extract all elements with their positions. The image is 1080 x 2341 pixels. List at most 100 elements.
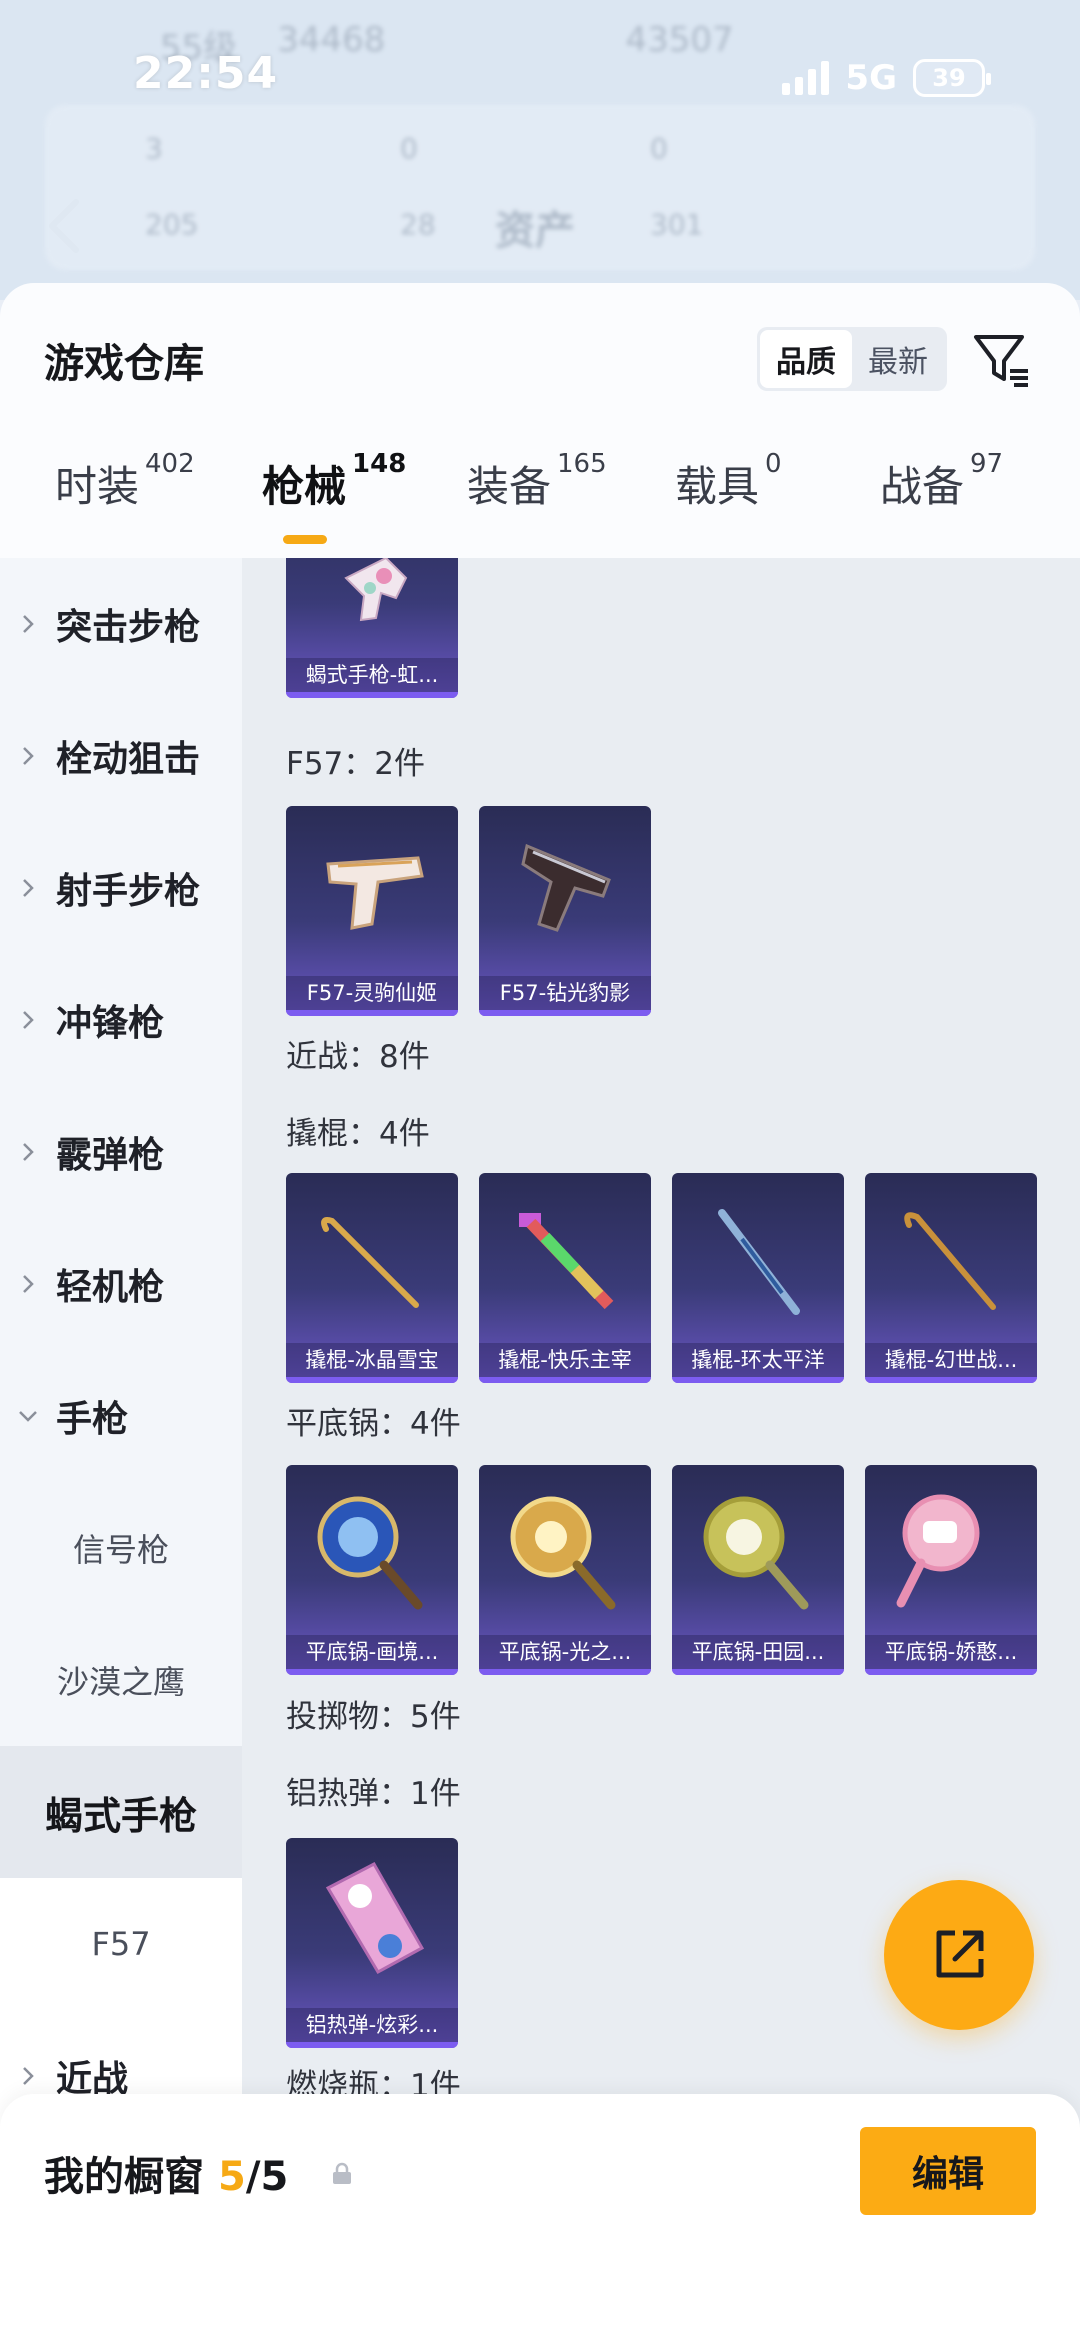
sidebar-item-assault-rifle[interactable]: 突击步枪 [0,558,242,690]
showcase-total: /5 [245,2154,289,2200]
sidebar-item-lmg[interactable]: 轻机枪 [0,1218,242,1350]
pan-art [317,1496,423,1610]
sidebar-item-bolt-sniper[interactable]: 栓动狙击 [0,690,242,822]
back-chevron-icon[interactable] [44,196,84,271]
item-caption: 撬棍-幻世战... [865,1343,1037,1377]
filter-icon[interactable] [970,327,1034,391]
tab-count: 402 [145,449,195,479]
sort-quality-button[interactable]: 品质 [760,330,852,388]
pistol-art [326,856,424,930]
item-card[interactable]: 撬棍-幻世战... [865,1173,1037,1383]
pan-art [510,1496,616,1610]
bg-stat: 0 [400,132,418,165]
bg-stat: 3 [145,132,163,165]
group-label-crowbar: 撬棍：4件 [286,1116,430,1152]
bg-stat: 301 [650,208,704,241]
item-caption: 铝热弹-炫彩... [286,2008,458,2042]
showcase-label: 我的橱窗 [44,2154,204,2200]
sort-newest-button[interactable]: 最新 [852,330,944,388]
group-label-f57: F57：2件 [286,746,426,782]
item-card[interactable]: F57-钻光豹影 [479,806,651,1016]
chevron-right-icon [0,1009,56,1031]
background-page: 55级 34468 43507 3 0 0 205 28 301 资产 [0,0,1080,300]
game-warehouse-sheet: 游戏仓库 品质 最新 时装 402 枪械 148 装备 165 载具 0 战备 97 [0,283,1080,2341]
showcase-bar: 我的橱窗 5/5 编辑 [0,2094,1080,2341]
sidebar-sub-f57[interactable]: F57 [0,1878,242,2010]
item-caption: 平底锅-光之... [479,1635,651,1669]
sidebar-sub-flare-gun[interactable]: 信号枪 [0,1482,242,1614]
sidebar-sub-scorpion-pistol[interactable]: 蝎式手枪 [0,1746,242,1878]
battery-icon: 39 [913,59,991,97]
thermite-grenade-art [325,1862,425,1975]
weapon-category-sidebar: 突击步枪 栓动狙击 射手步枪 冲锋枪 霰弹枪 轻机枪 手枪 信号枪 沙漠之鹰 蝎… [0,558,242,2341]
sidebar-item-label: 射手步枪 [56,871,201,912]
chevron-right-icon [0,613,56,635]
sidebar-item-smg[interactable]: 冲锋枪 [0,954,242,1086]
item-card[interactable]: 平底锅-田园... [672,1465,844,1675]
tab-label: 装备 [467,462,552,511]
sheet-title: 游戏仓库 [44,341,204,387]
sidebar-item-pistol[interactable]: 手枪 [0,1350,242,1482]
chevron-right-icon [0,1141,56,1163]
tab-firearms[interactable]: 枪械 148 [262,449,406,514]
lock-icon [333,2162,351,2184]
bg-stat: 28 [400,208,436,241]
item-caption: 平底锅-娇憨... [865,1635,1037,1669]
item-card[interactable]: 平底锅-娇憨... [865,1465,1037,1675]
showcase-title: 我的橱窗 5/5 [44,2144,288,2202]
group-label-throwables: 投掷物：5件 [286,1699,461,1735]
sort-toggle: 品质 最新 [757,327,947,391]
item-card[interactable]: 铝热弹-炫彩... [286,1838,458,2048]
tab-count: 97 [970,449,1004,479]
group-label-pan: 平底锅：4件 [286,1406,461,1442]
showcase-current: 5 [218,2154,246,2200]
pistol-art [521,843,611,932]
item-card[interactable]: 平底锅-画境... [286,1465,458,1675]
item-caption: 平底锅-田园... [672,1635,844,1669]
active-tab-indicator [283,535,327,544]
item-card[interactable]: 撬棍-冰晶雪宝 [286,1173,458,1383]
tab-label: 枪械 [262,462,347,511]
crowbar-art [519,1213,614,1310]
scorpion-pistol-art [344,558,408,622]
item-card[interactable]: 平底锅-光之... [479,1465,651,1675]
chevron-right-icon [0,877,56,899]
bg-stat: 205 [145,208,199,241]
tab-count: 0 [765,449,782,479]
sidebar-sub-desert-eagle[interactable]: 沙漠之鹰 [0,1614,242,1746]
sidebar-item-label: 手枪 [56,1399,129,1440]
chevron-right-icon [0,745,56,767]
group-label-melee: 近战：8件 [286,1039,430,1075]
item-caption: F57-钻光豹影 [479,976,651,1010]
chevron-right-icon [0,1273,56,1295]
item-grid-content: 蝎式手枪-虹... F57：2件 F57-灵驹仙姬 F57-钻光豹影 近战：8件… [242,558,1080,2341]
tab-equipment[interactable]: 装备 165 [467,449,607,514]
item-card[interactable]: 撬棍-环太平洋 [672,1173,844,1383]
tab-fashion[interactable]: 时装 402 [55,449,195,514]
showcase-count: 5/5 [218,2154,288,2200]
item-caption: 撬棍-环太平洋 [672,1343,844,1377]
sidebar-item-shotgun[interactable]: 霰弹枪 [0,1086,242,1218]
item-caption: 撬棍-冰晶雪宝 [286,1343,458,1377]
item-card[interactable]: 蝎式手枪-虹... [286,558,458,698]
item-caption: 平底锅-画境... [286,1635,458,1669]
edit-button[interactable]: 编辑 [860,2127,1036,2215]
status-time: 22:54 [133,48,279,99]
item-card[interactable]: 撬棍-快乐主宰 [479,1173,651,1383]
sidebar-item-marksman-rifle[interactable]: 射手步枪 [0,822,242,954]
pan-art [703,1496,809,1610]
item-card[interactable]: F57-灵驹仙姬 [286,806,458,1016]
chevron-down-icon [0,1405,56,1427]
bg-score-2: 43507 [625,20,734,60]
tab-vehicles[interactable]: 载具 0 [675,449,782,514]
tab-count: 148 [352,449,407,479]
tab-label: 载具 [675,462,760,511]
share-external-icon [936,1930,984,1978]
item-caption: 撬棍-快乐主宰 [479,1343,651,1377]
item-caption: 蝎式手枪-虹... [286,658,458,692]
share-button[interactable] [884,1880,1034,2030]
crowbar-art [718,1209,800,1315]
tab-supplies[interactable]: 战备 97 [880,449,1003,514]
sidebar-item-label: 轻机枪 [56,1267,165,1308]
bg-stat: 0 [650,132,668,165]
